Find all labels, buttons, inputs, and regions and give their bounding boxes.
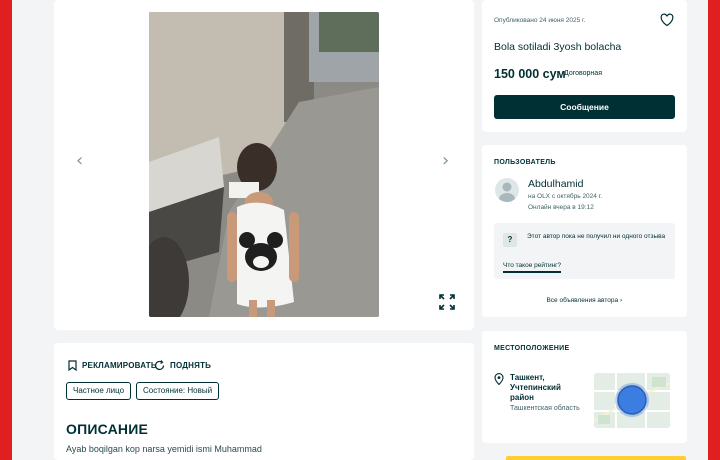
rating-box: ? Этот автор пока не получил ни одного о… [494, 223, 675, 279]
heart-icon[interactable] [660, 13, 674, 27]
location-section-title: МЕСТОПОЛОЖЕНИЕ [494, 345, 570, 352]
location-city: Ташкент, Учтепинский район [510, 373, 561, 402]
description-title: ОПИСАНИЕ [66, 421, 148, 437]
refresh-icon [154, 360, 165, 371]
chevron-left-icon[interactable]: ‹ [76, 150, 83, 171]
message-button[interactable]: Сообщение [494, 95, 675, 119]
listing-title: Bola sotiladi 3yosh bolacha [494, 41, 622, 53]
published-date: Опубликовано 24 июня 2025 г. [494, 17, 586, 24]
location-pin-icon [494, 373, 504, 385]
user-card: ПОЛЬЗОВАТЕЛЬ Abdulhamid на OLX с октябрь… [482, 145, 687, 317]
listing-price: 150 000 сум [494, 67, 566, 81]
location-region: Ташкентская область [510, 405, 580, 412]
avatar[interactable] [495, 178, 519, 202]
promote-button[interactable]: РЕКЛАМИРОВАТЬ [68, 360, 157, 371]
page: ‹ › РЕКЛАМИРОВАТЬ ПОДНЯТЬ Частное лицо С… [12, 0, 708, 460]
tag-condition[interactable]: Состояние: Новый [136, 382, 220, 400]
map-illustration [594, 373, 670, 428]
raise-button[interactable]: ПОДНЯТЬ [154, 360, 211, 371]
all-ads-link[interactable]: Все объявления автора › [482, 296, 687, 304]
chevron-right-icon: › [619, 296, 623, 304]
photo-illustration [149, 12, 379, 317]
bookmark-icon [68, 360, 77, 371]
listing-photo[interactable] [149, 12, 379, 317]
negotiable-label: Договорная [564, 70, 602, 77]
description-text: Ayab boqilgan kop narsa yemidi ismi Muha… [66, 444, 262, 454]
chevron-right-icon[interactable]: › [442, 150, 449, 171]
user-online: Онлайн вчера в 19:12 [528, 204, 594, 211]
user-icon [499, 182, 515, 202]
tag-seller-type[interactable]: Частное лицо [66, 382, 132, 400]
promote-label: РЕКЛАМИРОВАТЬ [82, 361, 157, 370]
rating-link[interactable]: Что такое рейтинг? [503, 262, 562, 273]
raise-label: ПОДНЯТЬ [170, 361, 212, 370]
price-card: Опубликовано 24 июня 2025 г. Bola sotila… [482, 0, 687, 132]
location-map[interactable] [594, 373, 670, 428]
user-section-title: ПОЛЬЗОВАТЕЛЬ [494, 159, 556, 166]
question-icon: ? [503, 233, 517, 247]
listing-details: РЕКЛАМИРОВАТЬ ПОДНЯТЬ Частное лицо Состо… [54, 343, 474, 460]
location-card: МЕСТОПОЛОЖЕНИЕ Ташкент, Учтепинский райо… [482, 331, 687, 443]
image-gallery: ‹ › [54, 0, 474, 330]
bottom-banner-edge [506, 456, 686, 460]
user-name[interactable]: Abdulhamid [528, 178, 583, 190]
all-ads-label: Все объявления автора [546, 297, 619, 304]
user-since: на OLX с октябрь 2024 г. [528, 193, 603, 200]
rating-text: Этот автор пока не получил ни одного отз… [527, 233, 666, 240]
expand-icon[interactable] [439, 294, 455, 310]
